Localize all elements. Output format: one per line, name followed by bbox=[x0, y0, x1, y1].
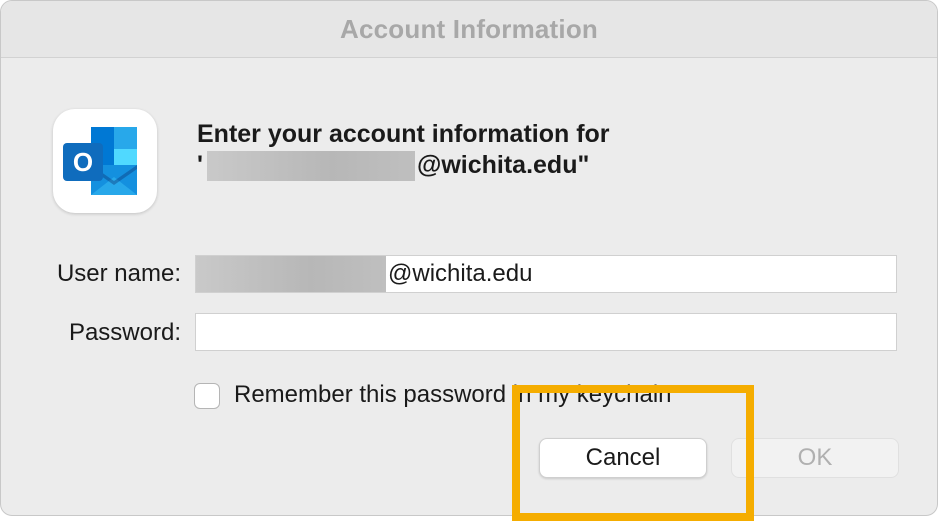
heading-domain: @wichita.edu" bbox=[416, 151, 590, 179]
heading-line-2: ' @wichita.edu" bbox=[197, 150, 610, 181]
svg-text:O: O bbox=[73, 147, 93, 177]
account-information-dialog: Account Information O Enter your account… bbox=[0, 0, 938, 516]
dialog-heading: Enter your account information for ' @wi… bbox=[197, 119, 610, 181]
ok-button[interactable]: OK bbox=[731, 438, 899, 478]
heading-line-1: Enter your account information for bbox=[197, 120, 610, 148]
dialog-title: Account Information bbox=[339, 13, 598, 44]
remember-password-label[interactable]: Remember this password in my keychain bbox=[234, 381, 672, 409]
password-field[interactable] bbox=[195, 313, 897, 351]
outlook-icon: O bbox=[53, 109, 157, 213]
redacted-username-heading bbox=[206, 150, 415, 181]
redacted-username bbox=[196, 256, 386, 292]
username-value-domain: @wichita.edu bbox=[388, 260, 533, 287]
username-label: User name: bbox=[56, 260, 181, 287]
remember-password-checkbox[interactable] bbox=[194, 383, 220, 409]
cancel-button[interactable]: Cancel bbox=[539, 438, 707, 478]
password-label: Password: bbox=[68, 319, 181, 346]
dialog-titlebar: Account Information bbox=[1, 1, 937, 58]
heading-quote-open: ' bbox=[197, 151, 203, 179]
username-field[interactable]: @wichita.edu bbox=[195, 255, 897, 293]
